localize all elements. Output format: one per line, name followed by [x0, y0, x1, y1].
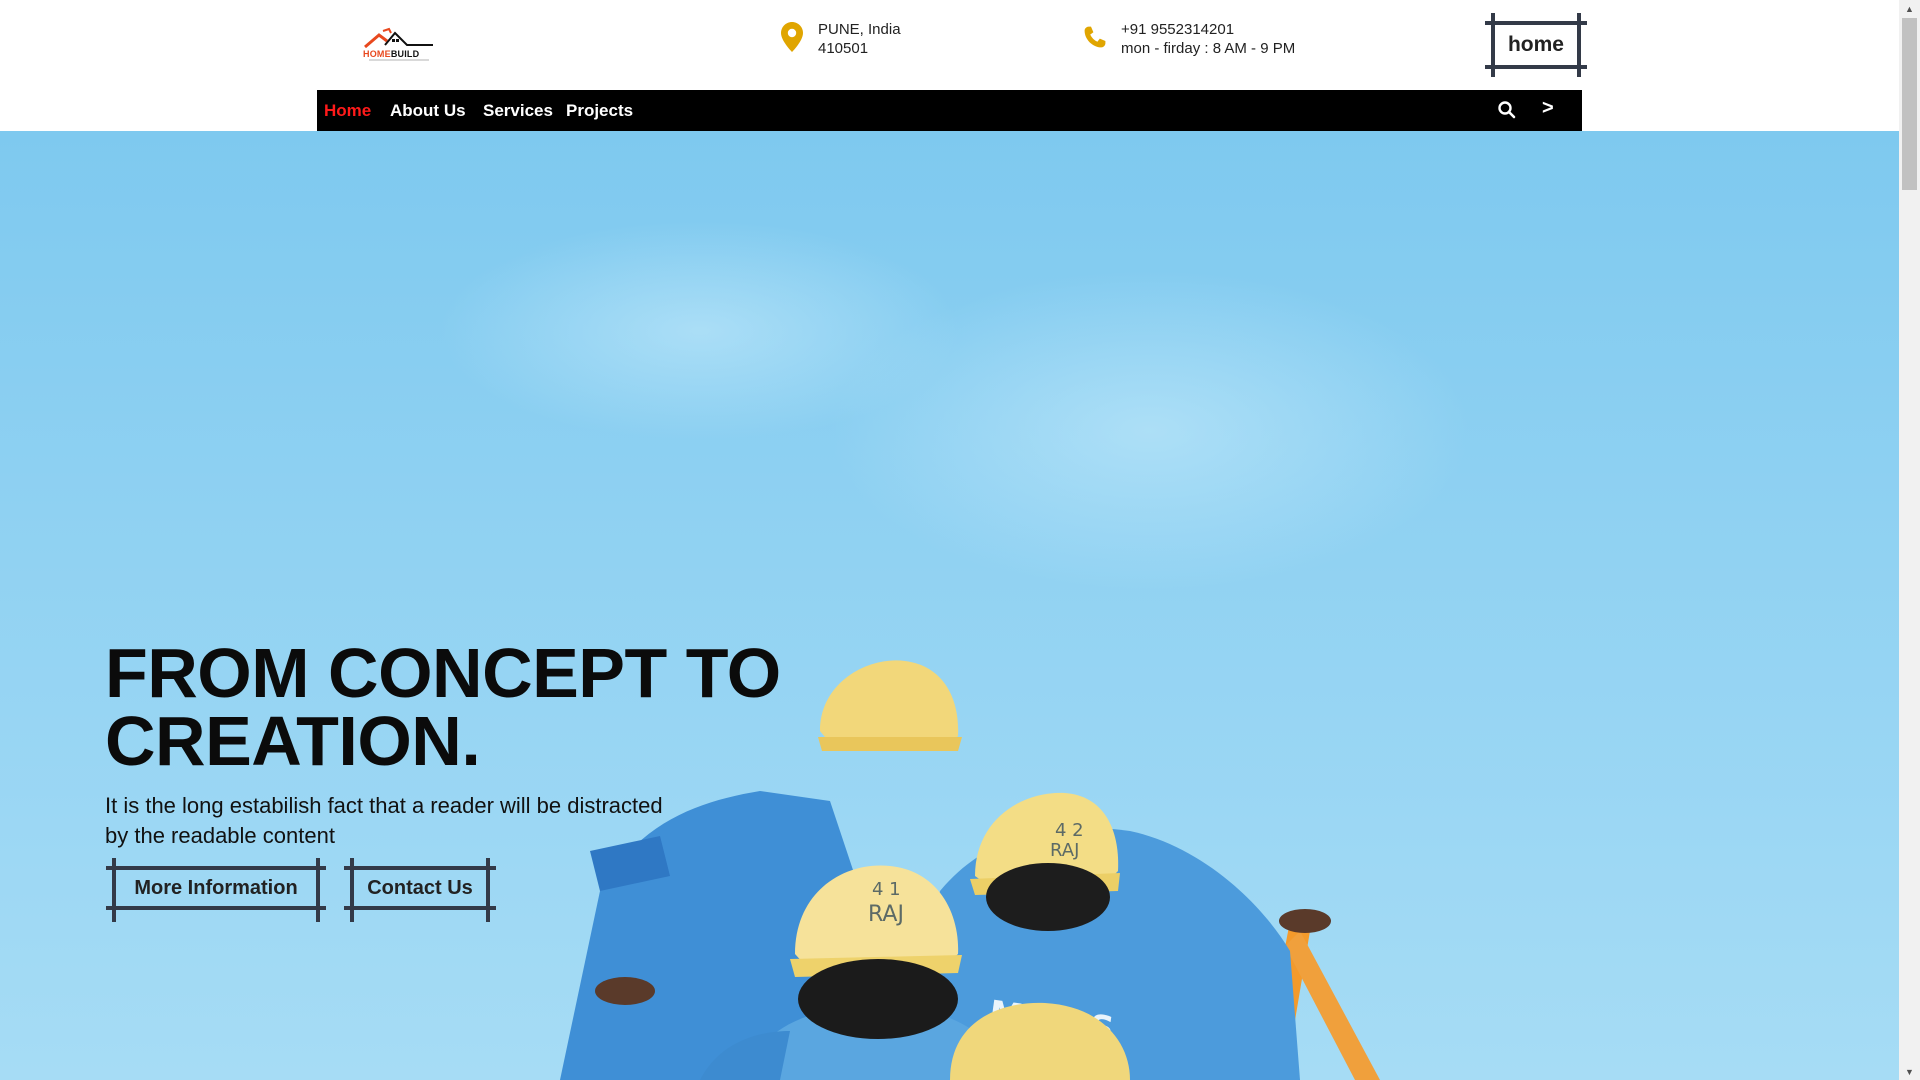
construction-workers-image: MIDAS 4 2 RAJ 4 1 RAJ — [440, 221, 1470, 1080]
hero-title-line-2: CREATION. — [105, 702, 481, 780]
phone-info: +91 9552314201 mon - firday : 8 AM - 9 P… — [1083, 20, 1295, 58]
nav-item-services[interactable]: Services — [483, 101, 553, 121]
nav-item-about-us[interactable]: About Us — [390, 101, 466, 121]
hero-subtitle-line-2: by the readable content — [105, 823, 335, 848]
frame-top — [1485, 21, 1587, 25]
scroll-down-arrow-icon[interactable]: ▼ — [1899, 1063, 1920, 1080]
nav-item-projects[interactable]: Projects — [566, 101, 633, 121]
map-pin-icon — [780, 22, 804, 52]
frame-top — [344, 866, 496, 870]
logo-wordmark: HOMEBUILD — [363, 49, 419, 59]
frame-left — [1491, 13, 1495, 77]
hero-subtitle-line-1: It is the long estabilish fact that a re… — [105, 793, 663, 818]
hero-subtitle: It is the long estabilish fact that a re… — [105, 791, 705, 851]
phone-icon — [1083, 22, 1107, 52]
frame-left — [350, 858, 354, 922]
house-roof-logo-icon — [364, 27, 433, 49]
logo-tagline-bar — [369, 59, 429, 61]
frame-bottom — [106, 906, 326, 910]
svg-text:4 1: 4 1 — [872, 879, 901, 900]
frame-bottom — [1485, 65, 1587, 69]
hero-section: MIDAS 4 2 RAJ 4 1 RAJ FROM CONCEPT TO — [0, 131, 1899, 1080]
more-information-button[interactable]: More Information — [106, 858, 326, 922]
frame-bottom — [344, 906, 496, 910]
location-city: PUNE, India — [818, 21, 901, 38]
logo-word-home: HOME — [363, 49, 391, 59]
frame-right — [486, 858, 490, 922]
frame-right — [1577, 13, 1581, 77]
contact-us-button[interactable]: Contact Us — [344, 858, 496, 922]
vertical-scrollbar[interactable]: ▲ ▼ — [1899, 0, 1920, 1080]
phone-number[interactable]: +91 9552314201 — [1121, 20, 1295, 39]
svg-text:4 2: 4 2 — [1055, 820, 1084, 841]
nav-arrow-button[interactable]: > — [1542, 97, 1554, 120]
search-icon[interactable] — [1497, 100, 1517, 120]
scroll-up-arrow-icon[interactable]: ▲ — [1899, 0, 1920, 17]
homebuild-logo[interactable]: HOMEBUILD — [363, 27, 435, 61]
contact-us-label: Contact Us — [367, 876, 473, 899]
page: HOMEBUILD PUNE, India 410501 +91 9552314… — [0, 0, 1920, 1080]
svg-text:RAJ: RAJ — [868, 902, 904, 927]
home-button[interactable]: home — [1485, 13, 1587, 77]
main-nav: Home About Us Services Projects > — [317, 90, 1582, 131]
office-hours: mon - firday : 8 AM - 9 PM — [1121, 40, 1296, 57]
frame-right — [316, 858, 320, 922]
svg-text:RAJ: RAJ — [1050, 840, 1079, 861]
hero-title-line-1: FROM CONCEPT TO — [105, 634, 781, 712]
more-information-label: More Information — [134, 876, 298, 899]
location-info: PUNE, India 410501 — [780, 20, 901, 58]
location-postcode: 410501 — [818, 40, 869, 57]
home-button-label: home — [1507, 33, 1564, 56]
logo-word-build: BUILD — [390, 49, 420, 59]
nav-item-home[interactable]: Home — [324, 101, 371, 121]
hero-title: FROM CONCEPT TO CREATION. — [105, 634, 865, 780]
frame-left — [112, 858, 116, 922]
frame-top — [106, 866, 326, 870]
scrollbar-thumb[interactable] — [1902, 18, 1917, 190]
